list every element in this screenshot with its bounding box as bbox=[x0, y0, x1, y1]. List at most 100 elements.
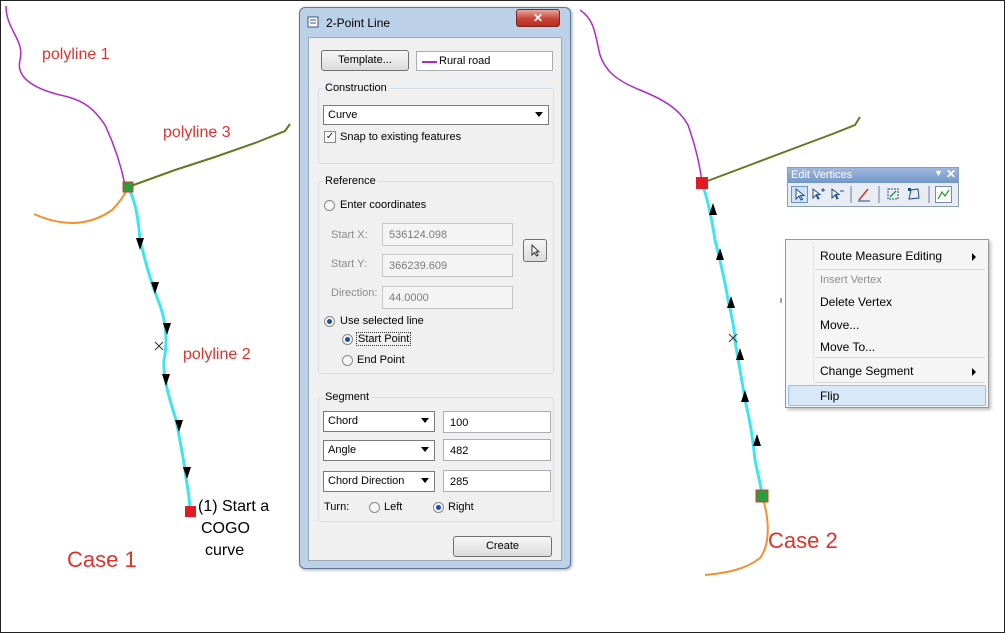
chevron-down-icon bbox=[421, 478, 429, 483]
case-2-label: Case 2 bbox=[768, 528, 838, 553]
start-point-radio[interactable] bbox=[342, 334, 353, 345]
turn-label: Turn: bbox=[324, 501, 350, 513]
template-swatch bbox=[422, 61, 437, 63]
start-x-value: 536124.098 bbox=[389, 229, 448, 241]
edit-vertices-toolbar: Edit Vertices ▼ ✕ bbox=[787, 167, 959, 207]
close-button[interactable]: ✕ bbox=[516, 9, 560, 27]
snap-label: Snap to existing features bbox=[340, 131, 462, 143]
menu-gutter bbox=[813, 242, 814, 405]
continue-feature-icon[interactable] bbox=[885, 186, 902, 203]
turn-right-label: Right bbox=[448, 501, 474, 513]
menu-item-route-measure-editing[interactable]: Route Measure Editing bbox=[820, 249, 942, 263]
polyline-2-label: polyline 2 bbox=[183, 346, 251, 363]
pointer-icon bbox=[531, 243, 541, 257]
start-x-field[interactable]: 536124.098 bbox=[382, 223, 513, 246]
submenu-arrow-icon bbox=[972, 368, 976, 376]
trace-icon[interactable] bbox=[935, 186, 952, 203]
junction-marker[interactable] bbox=[122, 181, 134, 193]
case-1-label: Case 1 bbox=[67, 547, 137, 572]
vertex-context-menu: Route Measure Editing Insert Vertex Dele… bbox=[785, 239, 989, 408]
close-icon: ✕ bbox=[532, 11, 544, 25]
polyline-1-case2[interactable] bbox=[579, 9, 703, 184]
segment-value: 482 bbox=[450, 445, 469, 457]
enter-coordinates-radio[interactable] bbox=[324, 200, 335, 211]
menu-item-flip[interactable]: Flip bbox=[820, 389, 839, 403]
sketch-properties-icon[interactable] bbox=[856, 186, 873, 203]
start-point-marker[interactable] bbox=[185, 506, 196, 517]
orange-line-1[interactable] bbox=[33, 186, 129, 224]
reference-label: Reference bbox=[323, 175, 378, 187]
menu-highlight bbox=[788, 385, 986, 406]
edit-vertices-title: Edit Vertices bbox=[791, 169, 853, 181]
menu-separator bbox=[815, 269, 985, 270]
orange-line-2[interactable] bbox=[704, 495, 769, 576]
turn-left-label: Left bbox=[384, 501, 403, 513]
direction-value: 44.0000 bbox=[389, 292, 429, 304]
finish-sketch-icon[interactable] bbox=[906, 186, 923, 203]
end-point-radio[interactable] bbox=[342, 355, 353, 366]
direction-field[interactable]: 44.0000 bbox=[382, 286, 513, 309]
turn-right-radio[interactable] bbox=[433, 502, 444, 513]
snap-checkbox[interactable]: ✓ bbox=[324, 131, 336, 143]
close-icon[interactable]: ✕ bbox=[946, 167, 956, 181]
dialog-titlebar[interactable]: 2-Point Line ✕ bbox=[300, 8, 570, 36]
polyline-3-label: polyline 3 bbox=[163, 124, 231, 141]
menu-item-move-to[interactable]: Move To... bbox=[820, 340, 875, 354]
start-cogo-label-line1: (1) Start a bbox=[198, 498, 270, 515]
segment-value: 100 bbox=[450, 417, 469, 429]
segment-value-field-1[interactable]: 100 bbox=[443, 411, 551, 433]
polyline-2[interactable] bbox=[126, 186, 192, 512]
direction-label: Direction: bbox=[331, 287, 378, 299]
edit-vertices-titlebar[interactable]: Edit Vertices ▼ ✕ bbox=[788, 167, 958, 183]
polyline-1[interactable] bbox=[5, 5, 126, 186]
start-cogo-label-line3: curve bbox=[205, 542, 245, 559]
template-field[interactable]: Rural road bbox=[416, 51, 553, 71]
edit-tool-icon[interactable] bbox=[791, 186, 808, 203]
menu-item-change-segment[interactable]: Change Segment bbox=[820, 364, 913, 378]
polyline-1-label: polyline 1 bbox=[42, 46, 110, 63]
submenu-arrow-icon bbox=[972, 253, 976, 261]
use-selected-line-label: Use selected line bbox=[340, 315, 424, 327]
toolbar-menu-icon[interactable]: ▼ bbox=[934, 168, 943, 178]
cross-marker bbox=[154, 341, 164, 351]
segment-type-value: Chord bbox=[328, 415, 358, 427]
use-selected-line-radio[interactable] bbox=[324, 316, 335, 327]
construction-type-select[interactable]: Curve bbox=[323, 105, 549, 125]
enter-coordinates-label: Enter coordinates bbox=[340, 199, 427, 211]
add-vertex-icon[interactable] bbox=[810, 186, 827, 203]
turn-left-radio[interactable] bbox=[369, 502, 380, 513]
dialog-body: Template... Rural road Construction Curv… bbox=[308, 37, 562, 561]
menu-separator bbox=[815, 382, 985, 383]
segment-value-field-3[interactable]: 285 bbox=[443, 470, 551, 492]
pick-point-button[interactable] bbox=[523, 239, 547, 262]
segment-type-select-1[interactable]: Chord bbox=[323, 411, 435, 432]
segment-type-select-2[interactable]: Angle bbox=[323, 440, 435, 461]
start-point-label: Start Point bbox=[356, 332, 412, 346]
menu-item-delete-vertex[interactable]: Delete Vertex bbox=[820, 295, 892, 309]
chevron-down-icon bbox=[421, 418, 429, 423]
chevron-down-icon bbox=[535, 112, 543, 117]
end-point-marker[interactable] bbox=[755, 489, 769, 503]
segment-label: Segment bbox=[323, 391, 372, 403]
junction-marker[interactable] bbox=[696, 177, 708, 189]
segment-value: 285 bbox=[450, 476, 469, 488]
direction-arrow bbox=[162, 374, 170, 386]
toolbar-separator bbox=[928, 186, 930, 203]
toolbar-separator bbox=[850, 186, 852, 203]
create-button[interactable]: Create bbox=[453, 536, 552, 557]
direction-arrow bbox=[753, 434, 761, 446]
delete-vertex-icon[interactable] bbox=[829, 186, 846, 203]
dialog-window-icon bbox=[307, 16, 319, 28]
segment-value-field-2[interactable]: 482 bbox=[443, 439, 551, 461]
start-y-field[interactable]: 366239.609 bbox=[382, 254, 513, 277]
chevron-down-icon bbox=[421, 447, 429, 452]
menu-item-insert-vertex[interactable]: Insert Vertex bbox=[820, 274, 882, 286]
end-point-label: End Point bbox=[357, 354, 405, 366]
start-cogo-label-line2: COGO bbox=[201, 520, 250, 537]
template-button[interactable]: Template... bbox=[321, 50, 409, 71]
construction-type-value: Curve bbox=[328, 109, 358, 121]
segment-type-select-3[interactable]: Chord Direction bbox=[323, 471, 435, 492]
construction-group bbox=[318, 88, 554, 164]
menu-item-move[interactable]: Move... bbox=[820, 318, 859, 332]
start-y-label: Start Y: bbox=[331, 258, 367, 270]
